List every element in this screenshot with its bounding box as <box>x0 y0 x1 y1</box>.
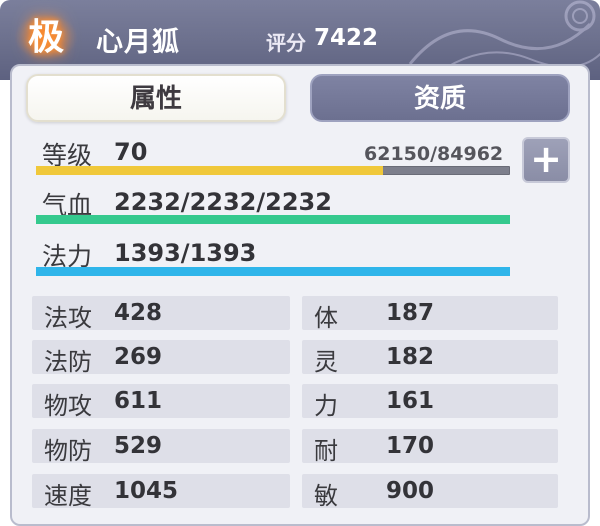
attr-cell-magic-defense: 法防 269 <box>32 340 290 376</box>
attr-cell-physical-attack: 物攻 611 <box>32 384 290 420</box>
attr-cell-magic-attack: 法攻 428 <box>32 296 290 332</box>
grade-badge: 极 <box>14 14 78 60</box>
attr-cell-constitution: 体 187 <box>302 296 558 332</box>
attr-cell-spirit: 灵 182 <box>302 340 558 376</box>
attr-label: 敏 <box>314 482 338 510</box>
mp-value: 1393/1393 <box>114 239 257 267</box>
attr-cell-physical-defense: 物防 529 <box>32 429 290 465</box>
attr-value: 611 <box>114 388 163 414</box>
level-value: 70 <box>114 138 148 166</box>
score-label: 评分 <box>266 31 306 55</box>
tab-attributes[interactable]: 属性 <box>26 74 286 122</box>
attr-value: 182 <box>386 344 435 370</box>
attr-value: 170 <box>386 433 435 459</box>
attr-label: 物攻 <box>44 392 92 420</box>
mp-bar-fill <box>36 267 510 276</box>
plus-icon: + <box>530 137 562 181</box>
attr-value: 187 <box>386 300 435 326</box>
pet-name: 心月狐 <box>96 27 180 58</box>
attr-label: 物防 <box>44 437 92 465</box>
attr-value: 428 <box>114 300 163 326</box>
attr-value: 1045 <box>114 478 179 504</box>
attr-label: 力 <box>314 392 338 420</box>
attr-cell-strength: 力 161 <box>302 384 558 420</box>
attr-cell-endurance: 耐 170 <box>302 429 558 465</box>
attr-cell-speed: 速度 1045 <box>32 474 290 510</box>
attr-value: 269 <box>114 344 163 370</box>
experience-bar <box>36 166 510 175</box>
attr-cell-agility: 敏 900 <box>302 474 558 510</box>
score-value: 7422 <box>314 25 379 51</box>
attr-label: 耐 <box>314 437 338 465</box>
tab-quality[interactable]: 资质 <box>310 74 570 122</box>
attr-label: 法攻 <box>44 304 92 332</box>
attr-label: 体 <box>314 304 338 332</box>
attr-label: 法防 <box>44 348 92 376</box>
add-experience-button[interactable]: + <box>522 137 570 183</box>
attr-value: 161 <box>386 388 435 414</box>
attr-label: 灵 <box>314 348 338 376</box>
hp-bar-fill <box>36 215 510 224</box>
mp-bar <box>36 267 510 276</box>
attr-value: 900 <box>386 478 435 504</box>
experience-text: 62150/84962 <box>364 143 504 165</box>
hp-value: 2232/2232/2232 <box>114 188 332 216</box>
experience-bar-fill <box>36 166 383 175</box>
attr-label: 速度 <box>44 482 92 510</box>
attr-value: 529 <box>114 433 163 459</box>
hp-bar <box>36 215 510 224</box>
